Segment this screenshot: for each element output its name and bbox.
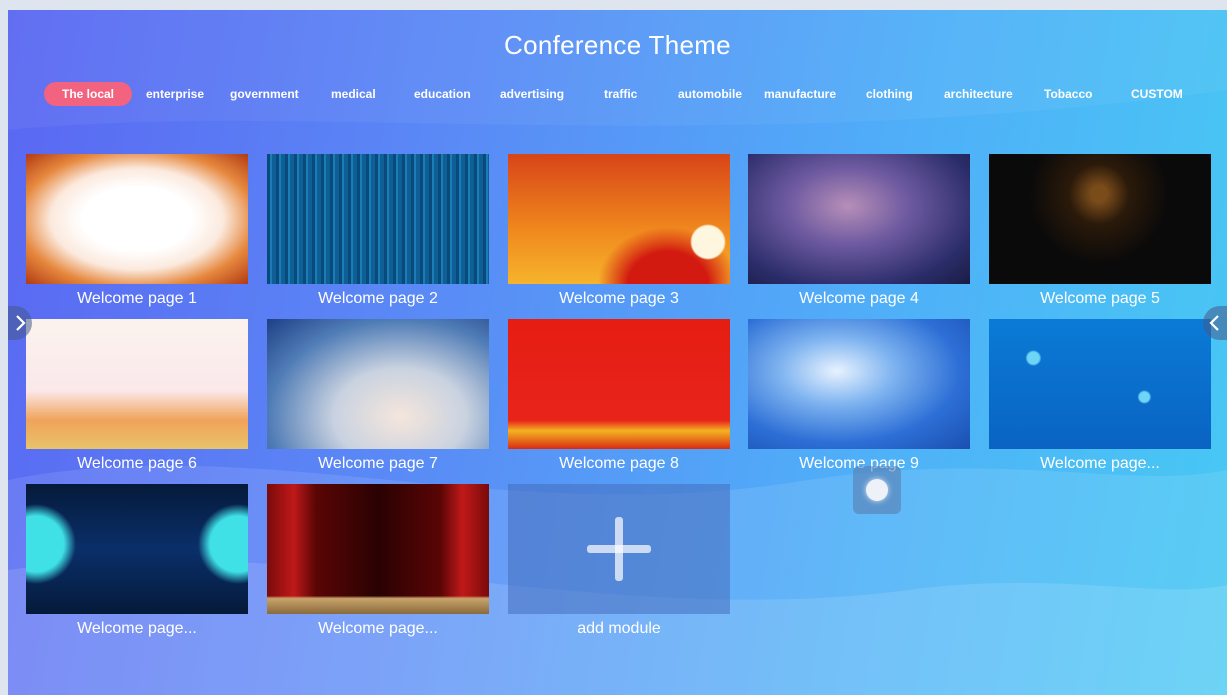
theme-card-1[interactable]: Welcome page 1 [26,154,248,308]
theme-thumbnail [748,154,970,284]
theme-thumbnail [26,154,248,284]
theme-label: Welcome page... [318,620,438,637]
tab-architecture[interactable]: architecture [944,82,1013,106]
add-module-card[interactable]: add module [508,484,730,638]
theme-thumbnail [989,319,1211,449]
tab-education[interactable]: education [414,82,471,106]
assistive-touch-icon [866,479,888,501]
theme-label: Welcome page 1 [77,290,197,307]
tab-automobile[interactable]: automobile [678,82,742,106]
tab-tobacco[interactable]: Tobacco [1044,82,1092,106]
theme-card-5[interactable]: Welcome page 5 [989,154,1211,308]
assistive-touch-button[interactable] [853,466,901,514]
theme-thumbnail [508,319,730,449]
theme-card-11[interactable]: Welcome page... [26,484,248,638]
tab-enterprise[interactable]: enterprise [146,82,204,106]
theme-thumbnail [26,319,248,449]
theme-card-3[interactable]: Welcome page 3 [508,154,730,308]
tab-the-local[interactable]: The local [44,82,133,106]
theme-thumbnail [26,484,248,614]
theme-card-12[interactable]: Welcome page... [267,484,489,638]
theme-thumbnail [267,319,489,449]
theme-thumbnail [989,154,1211,284]
chevron-left-icon [1209,315,1219,331]
theme-label: Welcome page 8 [559,455,679,472]
theme-card-8[interactable]: Welcome page 8 [508,319,730,473]
theme-card-9[interactable]: Welcome page 9 [748,319,970,473]
theme-thumbnail [508,154,730,284]
theme-label: Welcome page 7 [318,455,438,472]
theme-thumbnail [748,319,970,449]
theme-label: Welcome page 4 [799,290,919,307]
tab-government[interactable]: government [230,82,299,106]
chevron-right-icon [16,315,26,331]
tab-traffic[interactable]: traffic [604,82,637,106]
theme-card-4[interactable]: Welcome page 4 [748,154,970,308]
add-module-tile[interactable] [508,484,730,614]
theme-label: Welcome page... [77,620,197,637]
tab-medical[interactable]: medical [331,82,376,106]
theme-label: Welcome page 3 [559,290,679,307]
tab-custom[interactable]: CUSTOM [1131,82,1183,106]
theme-label: Welcome page 6 [77,455,197,472]
tab-manufacture[interactable]: manufacture [764,82,836,106]
tab-clothing[interactable]: clothing [866,82,913,106]
plus-icon [587,517,651,581]
theme-card-10[interactable]: Welcome page... [989,319,1211,473]
theme-label: Welcome page... [1040,455,1160,472]
theme-thumbnail [267,484,489,614]
add-module-label: add module [577,620,661,637]
page-title: Conference Theme [504,30,731,60]
conference-theme-screen: Conference Theme The local enterprise go… [8,10,1227,695]
tab-advertising[interactable]: advertising [500,82,564,106]
theme-thumbnail [267,154,489,284]
theme-card-6[interactable]: Welcome page 6 [26,319,248,473]
theme-label: Welcome page 5 [1040,290,1160,307]
theme-card-7[interactable]: Welcome page 7 [267,319,489,473]
theme-label: Welcome page 2 [318,290,438,307]
theme-card-2[interactable]: Welcome page 2 [267,154,489,308]
